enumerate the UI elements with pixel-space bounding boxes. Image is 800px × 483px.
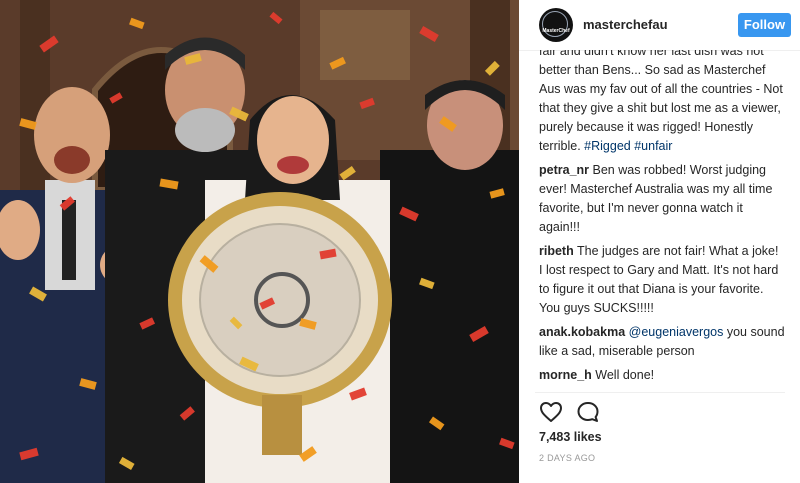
comment-text: The judges are not fair! What a joke! I … <box>539 244 779 315</box>
comment-item: fair and didn't know her last dish was n… <box>539 50 785 156</box>
comment-icon[interactable] <box>576 400 600 424</box>
follow-button[interactable]: Follow <box>738 13 791 37</box>
post-header: MasterChef masterchefau Follow <box>519 0 800 51</box>
avatar[interactable]: MasterChef <box>539 8 573 42</box>
username-link[interactable]: masterchefau <box>583 17 668 32</box>
comment-text: Well done! <box>595 368 655 382</box>
comment-username[interactable]: ribeth <box>539 244 574 258</box>
comment-username[interactable]: petra_nr <box>539 163 589 177</box>
comment-username[interactable]: anak.kobakma <box>539 325 625 339</box>
divider <box>535 392 785 393</box>
comment-item: ribeth The judges are not fair! What a j… <box>539 242 785 318</box>
comment-text: fair and didn't know her last dish was n… <box>539 50 783 153</box>
action-bar <box>539 400 619 424</box>
heart-icon[interactable] <box>539 400 563 424</box>
mention-link[interactable]: @eugeniavergos <box>629 325 724 339</box>
post-sidebar: MasterChef masterchefau Follow fair and … <box>519 0 800 483</box>
photo-scene <box>0 0 519 483</box>
comment-item: morne_h Well done! <box>539 366 785 385</box>
hashtag-link[interactable]: #unfair <box>634 139 672 153</box>
comments-scroll: fair and didn't know her last dish was n… <box>539 50 785 390</box>
comment-item: petra_nr Ben was robbed! Worst judging e… <box>539 161 785 237</box>
comments-list[interactable]: fair and didn't know her last dish was n… <box>519 50 800 390</box>
post-timestamp[interactable]: 2 DAYS AGO <box>539 453 595 463</box>
likes-count[interactable]: 7,483 likes <box>539 430 602 444</box>
post-photo[interactable] <box>0 0 519 483</box>
comment-item: anak.kobakma @eugeniavergos you sound li… <box>539 323 785 361</box>
comment-username[interactable]: morne_h <box>539 368 592 382</box>
hashtag-link[interactable]: #Rigged <box>584 139 631 153</box>
avatar-logo-text: MasterChef <box>542 28 570 34</box>
